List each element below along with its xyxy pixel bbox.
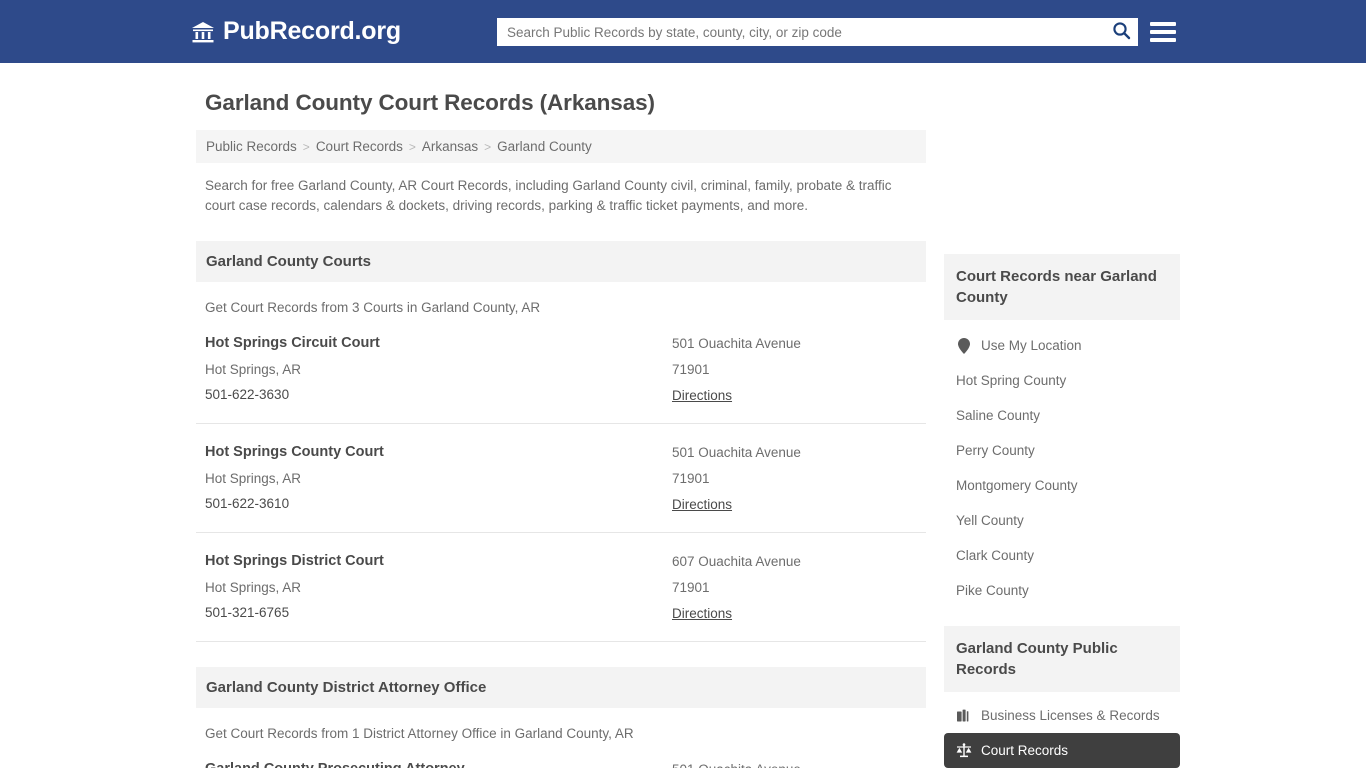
breadcrumb-item[interactable]: Arkansas xyxy=(422,139,478,154)
listing-city: Hot Springs, AR xyxy=(205,580,302,595)
listing-row: Hot Springs County Court Hot Springs, AR 5… xyxy=(196,424,926,533)
listing-name[interactable]: Hot Springs County Court xyxy=(205,444,672,461)
breadcrumb-item[interactable]: Public Records xyxy=(206,139,297,154)
listing-city: Hot Springs, AR xyxy=(205,362,302,377)
sidebar-nearby-item-label: Montgomery County xyxy=(956,478,1078,493)
listing-right-column: 501 Ouachita Avenue 71901 Directions xyxy=(672,335,917,405)
listing-zip-code: 71901 xyxy=(672,471,710,486)
page-description: Search for free Garland County, AR Court… xyxy=(205,178,892,213)
listing-row: Hot Springs District Court Hot Springs, A… xyxy=(196,533,926,642)
section-subheading: Get Court Records from 1 District Attorn… xyxy=(205,726,634,741)
content-columns: Public Records > Court Records > Arkansas > Ga… xyxy=(196,130,1180,768)
listing-left-column: Hot Springs Circuit Court Hot Springs, AR… xyxy=(205,335,672,405)
listing-street-address: 501 Ouachita Avenue xyxy=(672,761,917,768)
listing-left-column: Hot Springs District Court Hot Springs, A… xyxy=(205,553,672,623)
sidebar-nearby-heading: Court Records near Garland County xyxy=(944,254,1180,320)
listing-left-column: Hot Springs County Court Hot Springs, AR 5… xyxy=(205,444,672,514)
sidebar-nearby-item[interactable]: Yell County xyxy=(944,503,1180,538)
sidebar-nearby-item-label: Use My Location xyxy=(981,338,1082,353)
map-pin-icon xyxy=(956,337,972,354)
listing-phone: 501-622-3610 xyxy=(205,496,290,511)
section-subheading: Get Court Records from 3 Courts in Garla… xyxy=(205,300,541,315)
sidebar-nearby-item-label: Hot Spring County xyxy=(956,373,1067,388)
sidebar-nearby-item[interactable]: Montgomery County xyxy=(944,468,1180,503)
sidebar-record-item[interactable]: Court Records xyxy=(944,733,1180,768)
sidebar-nearby-item-label: Saline County xyxy=(956,408,1041,423)
sidebar: Court Records near Garland County Use My… xyxy=(944,254,1180,768)
sidebar-nearby-item[interactable]: Hot Spring County xyxy=(944,363,1180,398)
section-heading: Garland County Courts xyxy=(196,241,926,282)
listing-phone: 501-622-3630 xyxy=(205,387,290,402)
sidebar-nearby-item[interactable]: Pike County xyxy=(944,573,1180,608)
scales-of-justice-icon xyxy=(956,743,972,759)
hamburger-menu-icon[interactable] xyxy=(1150,17,1176,47)
sidebar-public-records-list: Business Licenses & Records Court Records… xyxy=(944,692,1180,768)
directions-link[interactable]: Directions xyxy=(672,388,732,403)
breadcrumb-item[interactable]: Garland County xyxy=(497,139,592,154)
listing-phone: 501-321-6765 xyxy=(205,605,290,620)
sidebar-nearby-item-label: Clark County xyxy=(956,548,1035,563)
listing-right-column: 501 Ouachita Avenue 71901 Directions xyxy=(672,444,917,514)
hamburger-bar xyxy=(1150,38,1176,42)
listing-zip-code: 71901 xyxy=(672,362,710,377)
listing-row: Hot Springs Circuit Court Hot Springs, AR… xyxy=(196,315,926,424)
breadcrumb-separator: > xyxy=(484,139,492,154)
sidebar-nearby-item-label: Perry County xyxy=(956,443,1035,458)
sidebar-public-records-group: Garland County Public Records Business L… xyxy=(944,626,1180,768)
breadcrumb-separator: > xyxy=(408,139,416,154)
listing-zip-code: 71901 xyxy=(672,580,710,595)
directions-link[interactable]: Directions xyxy=(672,606,732,621)
sidebar-public-records-heading: Garland County Public Records xyxy=(944,626,1180,692)
listing-right-column: 607 Ouachita Avenue 71901 Directions xyxy=(672,553,917,623)
hamburger-bar xyxy=(1150,30,1176,34)
site-header: PubRecord.org xyxy=(0,0,1366,63)
site-brand-name: PubRecord.org xyxy=(223,17,401,45)
sidebar-nearby-item-label: Yell County xyxy=(956,513,1024,528)
breadcrumb-item[interactable]: Court Records xyxy=(316,139,403,154)
bank-building-icon xyxy=(190,19,216,45)
search-button[interactable] xyxy=(1104,18,1138,46)
listing-name[interactable]: Garland County Prosecuting Attorney xyxy=(205,761,672,768)
sidebar-record-item-label: Court Records xyxy=(981,743,1069,758)
sidebar-nearby-item[interactable]: Clark County xyxy=(944,538,1180,573)
sidebar-record-item-label: Business Licenses & Records xyxy=(981,708,1160,723)
listing-street-address: 501 Ouachita Avenue xyxy=(672,445,801,460)
sidebar-record-item[interactable]: Business Licenses & Records xyxy=(944,698,1180,733)
listing-street-address: 607 Ouachita Avenue xyxy=(672,554,801,569)
page-title: Garland County Court Records (Arkansas) xyxy=(205,90,655,115)
breadcrumb: Public Records > Court Records > Arkansas > Ga… xyxy=(196,130,926,163)
sidebar-nearby-item[interactable]: Perry County xyxy=(944,433,1180,468)
listing-row: Garland County Prosecuting AttorneyHot S… xyxy=(196,741,926,768)
listing-street-address: 501 Ouachita Avenue xyxy=(672,336,801,351)
page-body: Garland County Court Records (Arkansas) … xyxy=(0,90,1366,768)
hamburger-bar xyxy=(1150,22,1176,26)
section-heading: Garland County District Attorney Office xyxy=(196,667,926,708)
search-input[interactable] xyxy=(497,19,1104,45)
site-logo-link[interactable]: PubRecord.org xyxy=(190,17,401,46)
listing-right-column: 501 Ouachita Avenue71901Directions xyxy=(672,761,917,768)
directions-link[interactable]: Directions xyxy=(672,497,732,512)
sections-container: Garland County Courts Get Court Records f… xyxy=(196,241,926,768)
sidebar-nearby-item[interactable]: Saline County xyxy=(944,398,1180,433)
sidebar-nearby-item-label: Pike County xyxy=(956,583,1029,598)
search-bar xyxy=(497,18,1138,46)
listing-city: Hot Springs, AR xyxy=(205,471,302,486)
briefcase-icon xyxy=(956,708,972,724)
listing-name[interactable]: Hot Springs District Court xyxy=(205,553,672,570)
main-content: Public Records > Court Records > Arkansas > Ga… xyxy=(196,130,926,768)
sidebar-nearby-list: Use My Location Hot Spring County Saline C… xyxy=(944,320,1180,608)
search-icon xyxy=(1112,21,1131,43)
listing-name[interactable]: Hot Springs Circuit Court xyxy=(205,335,672,352)
sidebar-nearby-item[interactable]: Use My Location xyxy=(944,328,1180,363)
breadcrumb-separator: > xyxy=(302,139,310,154)
listing-left-column: Garland County Prosecuting AttorneyHot S… xyxy=(205,761,672,768)
